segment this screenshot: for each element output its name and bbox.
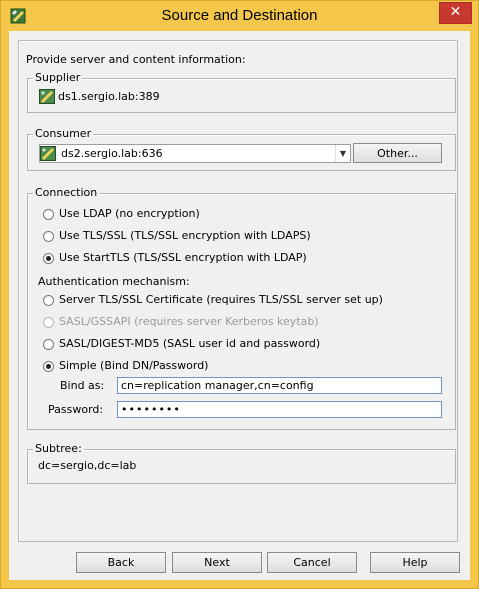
back-button[interactable]: Back	[76, 552, 166, 573]
chevron-down-icon[interactable]: ▼	[335, 145, 350, 162]
bind-dn-input[interactable]: cn=replication manager,cn=config	[117, 377, 442, 394]
sasl-digest-label[interactable]: SASL/DIGEST-MD5 (SASL user id and passwo…	[59, 337, 320, 350]
cancel-button[interactable]: Cancel	[267, 552, 357, 573]
supplier-server: ds1.sergio.lab:389	[58, 90, 160, 103]
bind-as-label: Bind as:	[60, 379, 105, 392]
use-tls-ssl-label[interactable]: Use TLS/SSL (TLS/SSL encryption with LDA…	[59, 229, 311, 242]
help-button[interactable]: Help	[370, 552, 460, 573]
close-button[interactable]: ✕	[439, 2, 472, 24]
consumer-legend: Consumer	[33, 127, 94, 140]
password-label: Password:	[48, 403, 104, 416]
window-title: Source and Destination	[161, 7, 318, 24]
use-starttls-radio[interactable]	[43, 253, 54, 264]
consumer-server-select[interactable]: ds2.sergio.lab:636 ▼	[39, 144, 351, 163]
auth-mechanism-heading: Authentication mechanism:	[38, 275, 190, 288]
connection-legend: Connection	[33, 186, 100, 199]
use-tls-ssl-radio[interactable]	[43, 231, 54, 242]
dialog-window: Source and Destination ✕ Provide server …	[0, 0, 479, 589]
server-certificate-radio[interactable]	[43, 295, 54, 306]
server-certificate-label[interactable]: Server TLS/SSL Certificate (requires TLS…	[59, 293, 383, 306]
simple-bind-label[interactable]: Simple (Bind DN/Password)	[59, 359, 208, 372]
intro-text: Provide server and content information:	[26, 53, 246, 66]
sasl-digest-radio[interactable]	[43, 339, 54, 350]
supplier-legend: Supplier	[33, 71, 83, 84]
sasl-gssapi-radio	[43, 317, 54, 328]
server-icon	[39, 89, 55, 104]
use-ldap-radio[interactable]	[43, 209, 54, 220]
subtree-value: dc=sergio,dc=lab	[38, 459, 137, 472]
server-icon	[40, 146, 56, 161]
next-button[interactable]: Next	[172, 552, 262, 573]
use-ldap-label[interactable]: Use LDAP (no encryption)	[59, 207, 200, 220]
title-bar[interactable]: Source and Destination ✕	[1, 1, 478, 31]
password-input[interactable]: ••••••••	[117, 401, 442, 418]
sasl-gssapi-label: SASL/GSSAPI (requires server Kerberos ke…	[59, 315, 319, 328]
dialog-body: Provide server and content information: …	[9, 31, 470, 580]
use-starttls-label[interactable]: Use StartTLS (TLS/SSL encryption with LD…	[59, 251, 307, 264]
other-button[interactable]: Other...	[353, 143, 442, 163]
simple-bind-radio[interactable]	[43, 361, 54, 372]
consumer-selected-server: ds2.sergio.lab:636	[61, 147, 163, 160]
subtree-legend: Subtree:	[33, 442, 84, 455]
